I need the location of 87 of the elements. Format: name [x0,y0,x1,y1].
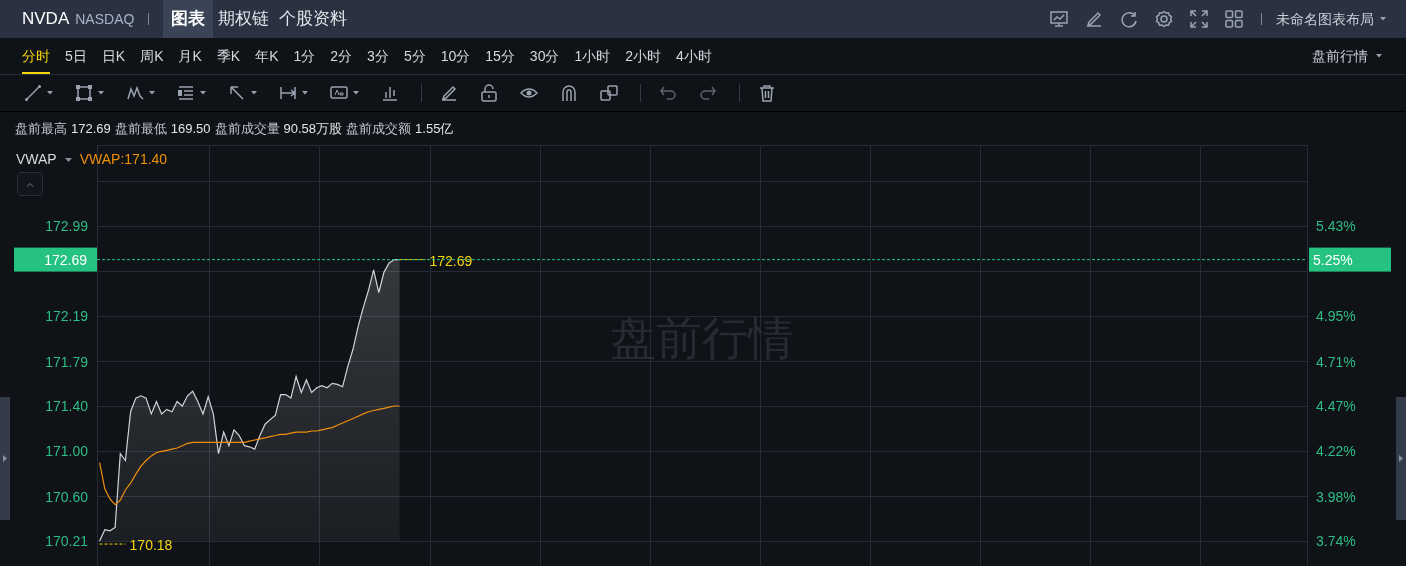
tab[interactable]: 个股资料 [274,0,353,38]
leader-line [399,259,426,261]
period-tab[interactable]: 5日 [65,38,87,74]
stat-label: 盘前最低 [114,119,167,138]
axis-label: 170.21 [45,533,88,550]
stat-value: 90.58万股 [283,119,343,138]
period-tab[interactable]: 15分 [485,38,515,74]
trend-line-icon[interactable] [24,84,42,102]
axis-label: 170.60 [45,488,88,505]
arrow-icon[interactable] [228,84,246,102]
stat-value: 169.50 [170,119,211,138]
magnet-icon[interactable] [560,84,578,102]
stat-label: 盘前成交额 [346,119,412,138]
caret-icon[interactable] [149,91,155,95]
caret-icon[interactable] [353,91,359,95]
caret-icon[interactable] [98,91,104,95]
axis-label: 3.74% [1316,533,1356,550]
caret-icon[interactable] [302,91,308,95]
leader-line [99,543,127,545]
caret-icon[interactable] [47,91,53,95]
axis-label: 171.40 [45,398,88,414]
period-tab[interactable]: 4小时 [676,38,712,74]
current-price: 172.69 [44,251,87,268]
exchange-label: NASDAQ [75,9,135,29]
caret-icon[interactable] [200,91,206,95]
period-tab[interactable]: 5分 [403,38,426,74]
axis-label: 4.47% [1316,398,1356,414]
pencil-icon[interactable] [440,84,458,102]
indicator-reading: VWAP:171.40 [79,150,168,169]
measure-icon[interactable] [279,84,297,102]
current-change: 5.25% [1313,251,1353,268]
axis-label: 5.43% [1316,217,1356,234]
caret-icon [1380,17,1386,21]
period-tab[interactable]: 30分 [529,38,560,74]
price-label: 170.18 [129,537,173,554]
axis-label: 4.71% [1316,353,1356,370]
undo-icon[interactable] [659,84,677,102]
pattern-icon[interactable] [126,84,144,102]
period-tab[interactable]: 周K [140,38,164,74]
axis-label: 3.98% [1316,488,1356,505]
chevron-up-icon [26,181,34,187]
tab[interactable]: 图表 [163,0,214,38]
indicator-name: VWAP [16,150,57,169]
period-tab[interactable]: 2分 [330,38,353,74]
price-label: 172.69 [429,252,473,269]
period-tab[interactable]: 年K [255,38,279,74]
unlock-icon[interactable] [480,84,498,102]
stat-label: 盘前成交量 [214,119,280,138]
side-handle[interactable] [1396,397,1406,520]
text-label-icon[interactable] [330,84,348,102]
caret-icon [1376,54,1382,58]
stat-value: 1.55亿 [415,119,454,138]
rectangle-icon[interactable] [75,84,93,102]
caret-icon[interactable] [251,91,257,95]
axis-label: 172.19 [45,308,88,325]
tab[interactable]: 期权链 [213,0,275,38]
bar-chart-icon[interactable] [381,84,399,102]
period-tab[interactable]: 3分 [367,38,389,74]
pencil-icon[interactable] [1085,10,1103,28]
axis-label: 171.79 [45,353,88,370]
session-menu[interactable]: 盘前行情 [1312,45,1382,67]
stat-label: 盘前最高 [15,119,67,138]
stat-value: 172.69 [71,119,111,138]
period-tab[interactable]: 日K [101,38,126,74]
period-tab[interactable]: 2小时 [625,38,662,74]
fullscreen-icon[interactable] [1190,10,1208,28]
trash-icon[interactable] [758,84,776,102]
refresh-icon[interactable] [1120,10,1138,28]
grid-icon[interactable] [1225,10,1243,28]
monitor-chart-icon[interactable] [1050,10,1068,28]
period-tab[interactable]: 分时 [22,38,50,74]
period-tab[interactable]: 1分 [293,38,316,74]
stock-symbol: NVDA [22,8,70,31]
layers-icon[interactable] [600,84,618,102]
layout-menu[interactable]: 未命名图表布局 [1276,8,1386,30]
period-tab[interactable]: 10分 [440,38,471,74]
caret-icon[interactable] [64,157,72,162]
axis-label: 4.95% [1316,308,1356,325]
side-handle[interactable] [0,397,10,520]
axis-label: 4.22% [1316,443,1356,460]
axis-label: 172.99 [45,217,88,234]
period-tab[interactable]: 1小时 [574,38,611,74]
axis-label: 171.00 [45,443,88,460]
period-tab[interactable]: 季K [216,38,241,74]
period-tab[interactable]: 月K [178,38,202,74]
settings-icon[interactable] [1155,10,1173,28]
redo-icon[interactable] [699,84,717,102]
